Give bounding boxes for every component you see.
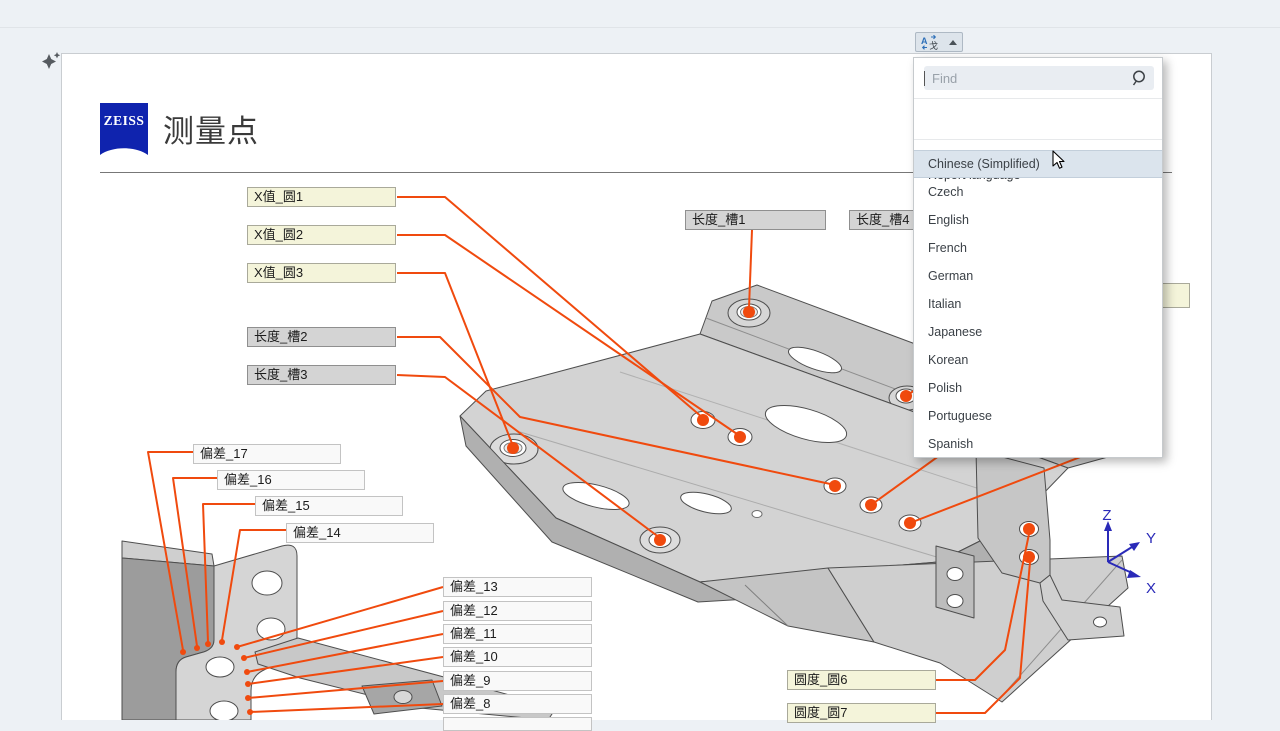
report-language-button[interactable]: A 戈 [915,32,963,52]
language-item-japanese[interactable]: Japanese [914,318,1162,346]
callout-roundness-circle7: 圆度_圆7 [787,703,936,723]
language-item-chinese-simplified[interactable]: Chinese (Simplified) [914,150,1162,178]
callout-deviation-8: 偏差_8 [443,694,592,714]
callout-deviation-10: 偏差_10 [443,647,592,667]
separator [914,98,1162,99]
language-dropdown-panel: Report language Chinese (Simplified) Cze… [913,57,1163,458]
language-item-portuguese[interactable]: Portuguese [914,402,1162,430]
language-item-french[interactable]: French [914,234,1162,262]
callout-length-slot1: 长度_槽1 [685,210,826,230]
separator [914,139,1162,140]
language-item-polish[interactable]: Polish [914,374,1162,402]
search-icon [1129,68,1149,88]
find-search-box[interactable] [924,66,1154,90]
collapse-arrow-icon [949,40,957,45]
language-item-italian[interactable]: Italian [914,290,1162,318]
callout-deviation-16: 偏差_16 [217,470,365,490]
language-item-czech[interactable]: Czech [914,178,1162,206]
callout-deviation-12: 偏差_12 [443,601,592,621]
language-item-german[interactable]: German [914,262,1162,290]
svg-text:X: X [1146,580,1156,597]
callout-deviation-13: 偏差_13 [443,577,592,597]
callout-length-slot2: 长度_槽2 [247,327,396,347]
language-item-spanish[interactable]: Spanish [914,430,1162,458]
language-list: Chinese (Simplified) Czech English Frenc… [914,150,1162,458]
callout-length-slot3: 长度_槽3 [247,365,396,385]
language-item-english[interactable]: English [914,206,1162,234]
app-window: { "colors": { "accent_orange": "#f04a0e"… [0,0,1280,720]
translate-icon: A 戈 [921,35,939,50]
svg-text:戈: 戈 [929,40,938,50]
callout-partial-bottom [443,717,592,731]
callout-xvalue-circle2: X值_圆2 [247,225,396,245]
svg-text:Z: Z [1102,507,1111,524]
find-input[interactable] [924,71,1129,86]
callout-deviation-15: 偏差_15 [255,496,403,516]
callout-deviation-11: 偏差_11 [443,624,592,644]
callout-xvalue-circle1: X值_圆1 [247,187,396,207]
svg-text:Y: Y [1146,530,1156,547]
callout-roundness-circle6: 圆度_圆6 [787,670,936,690]
callout-deviation-9: 偏差_9 [443,671,592,691]
callout-deviation-17: 偏差_17 [193,444,341,464]
callout-deviation-14: 偏差_14 [286,523,434,543]
language-item-korean[interactable]: Korean [914,346,1162,374]
mouse-cursor [1052,150,1066,170]
svg-text:A: A [921,36,928,46]
callout-xvalue-circle3: X值_圆3 [247,263,396,283]
